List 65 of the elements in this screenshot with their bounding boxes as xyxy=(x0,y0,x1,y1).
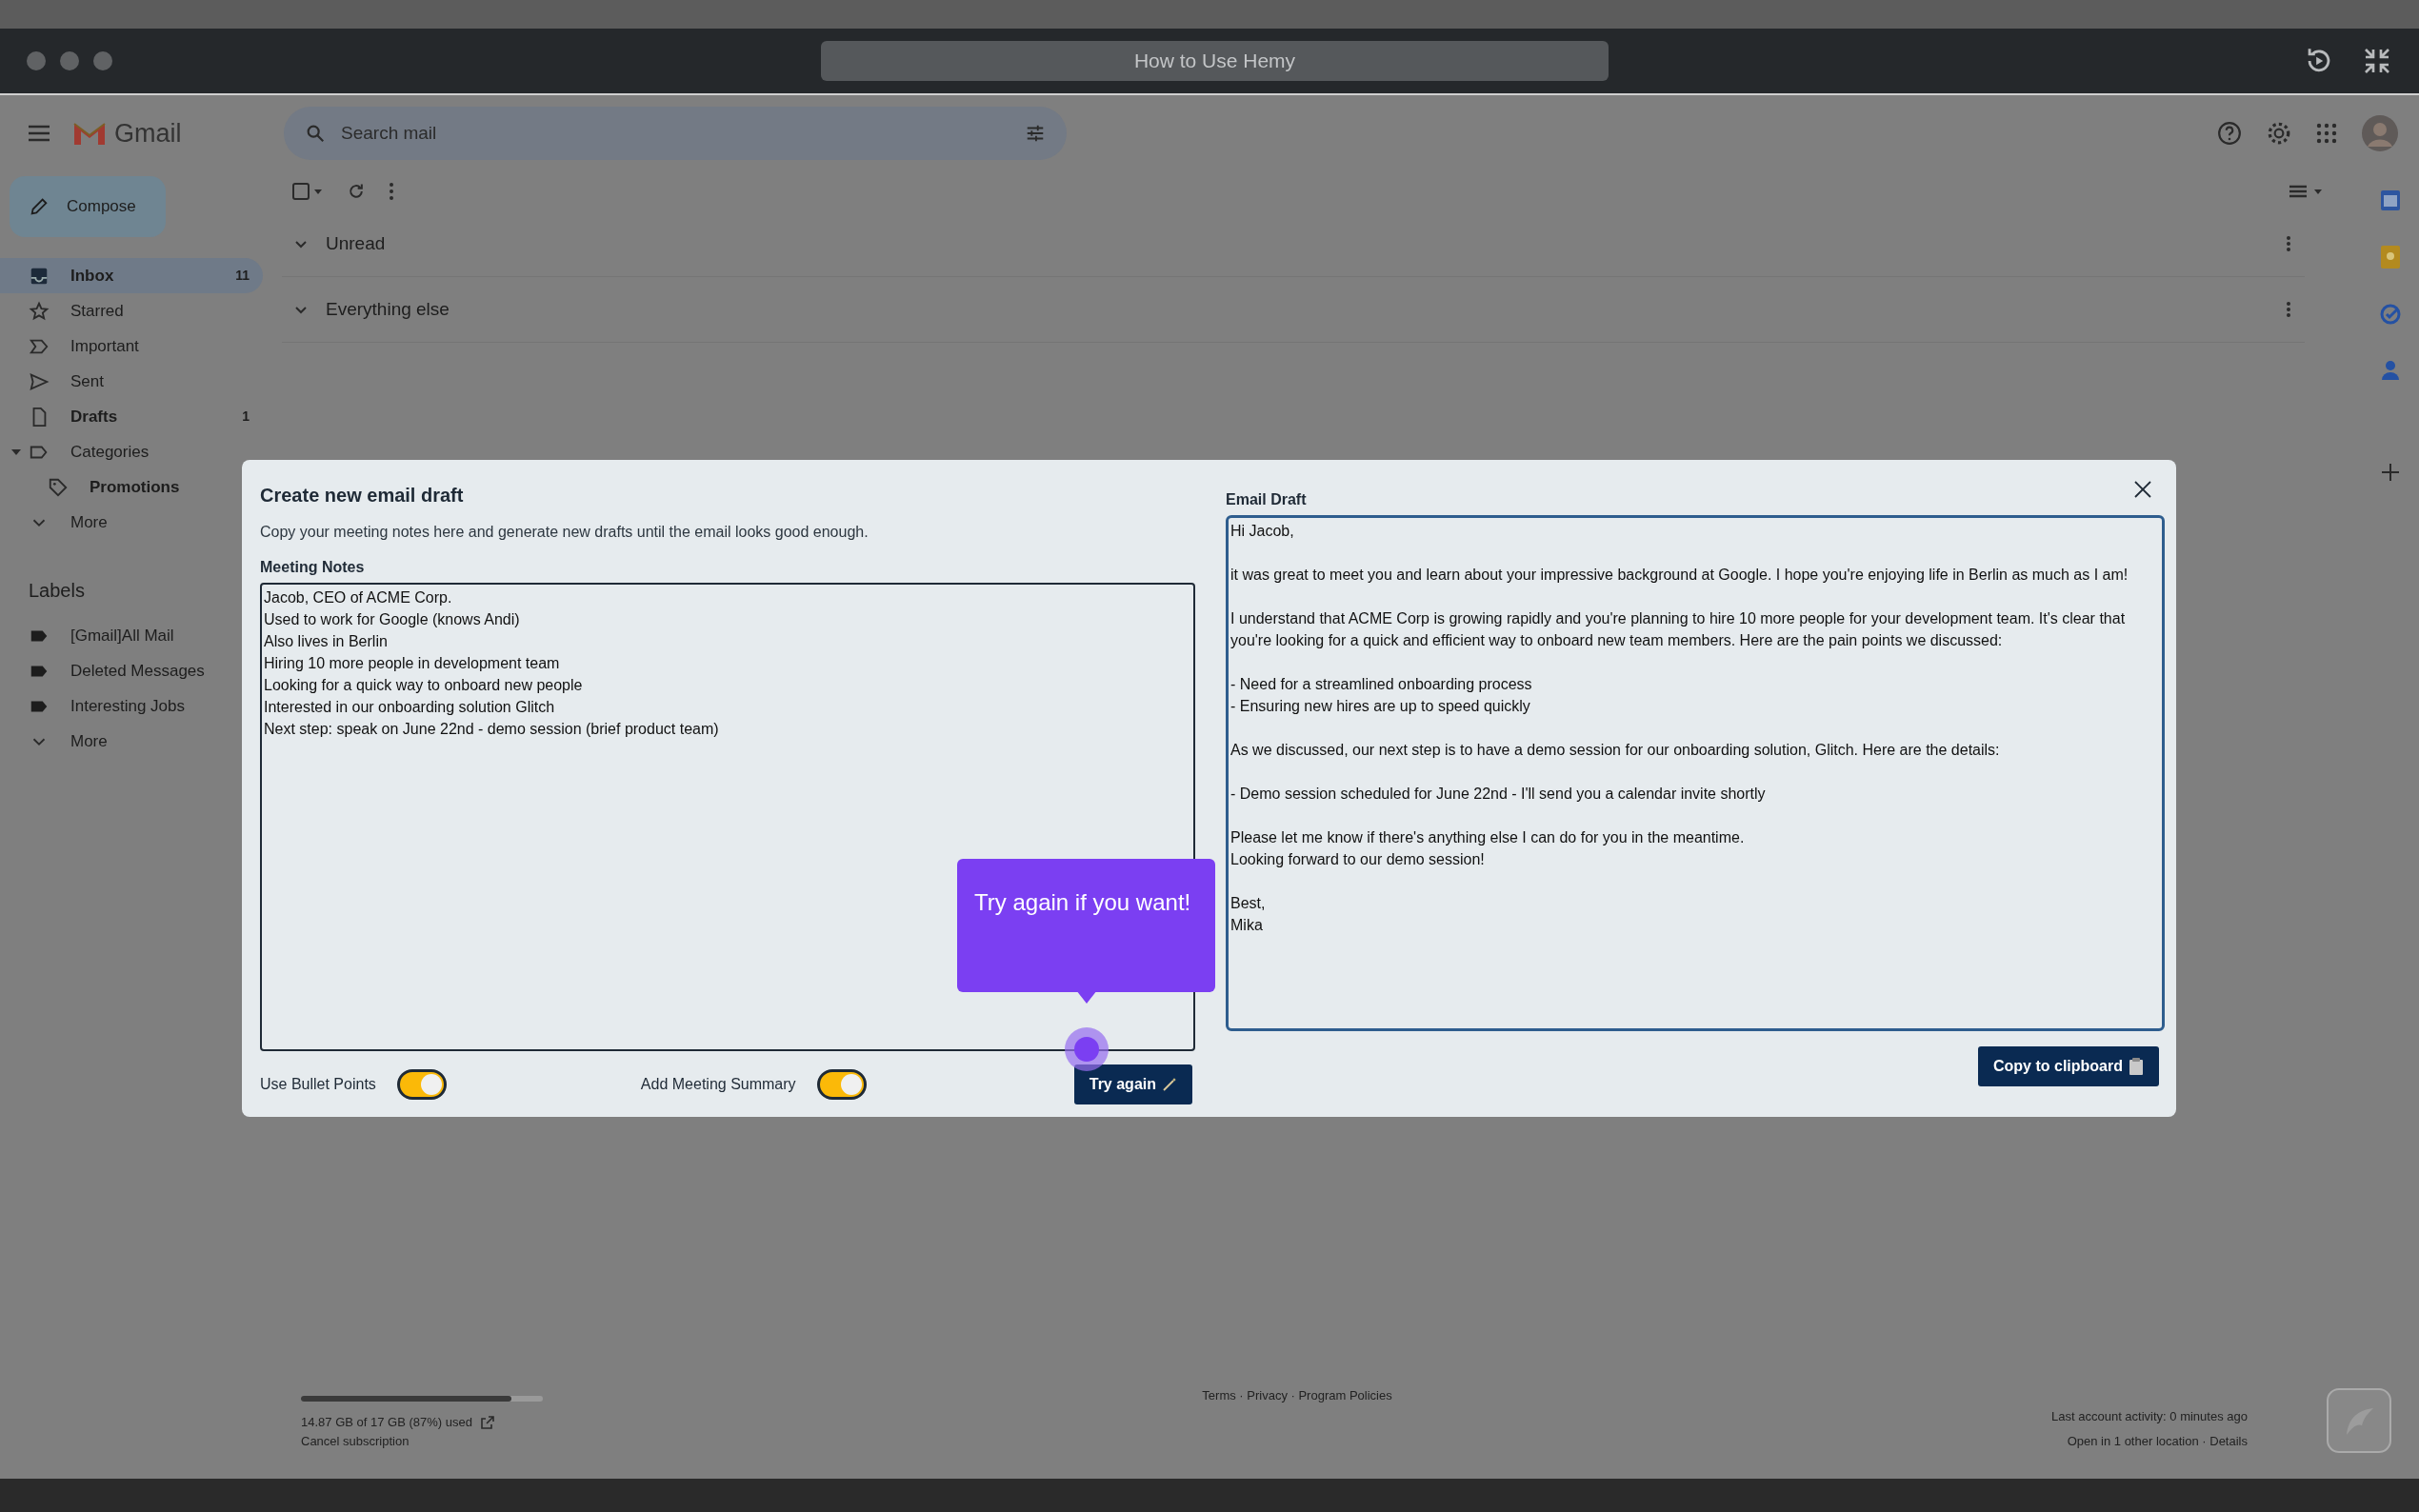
close-button[interactable] xyxy=(2134,481,2151,498)
refresh-icon[interactable] xyxy=(347,182,366,201)
dialog-subtitle: Copy your meeting notes here and generate new drafts until the email looks good enough. xyxy=(260,523,870,542)
toggle-switch[interactable] xyxy=(396,1069,447,1100)
magic-wand-icon xyxy=(1162,1077,1177,1092)
sidebar-item[interactable]: Inbox 11 xyxy=(0,258,263,293)
external-link-icon[interactable] xyxy=(479,1414,495,1430)
section-title[interactable]: Everything else xyxy=(326,295,450,324)
pencil-icon xyxy=(29,196,50,217)
cancel-subscription-link[interactable]: Cancel subscription xyxy=(301,1433,410,1448)
storage-text: 14.87 GB of 17 GB (87%) used xyxy=(301,1414,472,1431)
add-icon[interactable] xyxy=(2381,463,2400,482)
gmail-brand[interactable]: Gmail xyxy=(114,113,182,153)
try-again-button[interactable]: Try again xyxy=(1073,1064,1192,1104)
more-vertical-icon[interactable] xyxy=(2286,235,2291,252)
email-draft-field[interactable]: Hi Jacob, it was great to meet you and learn about your impressive background at Google. I hope you're enjoying life in Berlin as much as I am! I understand that ACME Corp is growing rapidly and you're planning to hire 10 more people for your development team. It's clear that you're looking for a quick and efficient way to onboard new team members. Here are the pain points we discussed: - Need for a streamlined onboarding process - Ensuring new hires are up to speed quickly As we discussed, our next step is to have a demo session for our onboarding solution, Glitch. Here are the details: - Demo session scheduled for June 22nd - I'll send you a calendar invite shortly Please let me know if there's anything else I can do for you in the meantime. Looking forward to our demo session! Best, Mika xyxy=(1226,515,2165,1031)
label-item[interactable]: [Gmail]All Mail xyxy=(0,618,263,653)
help-icon[interactable] xyxy=(2217,121,2242,146)
window-zoom-dot[interactable] xyxy=(93,51,112,70)
toggle-label: Use Bullet Points xyxy=(260,1075,376,1094)
filter-icon[interactable] xyxy=(1025,123,1046,144)
contacts-icon[interactable] xyxy=(2382,360,2399,381)
tasks-icon[interactable] xyxy=(2379,303,2402,326)
sidebar-item[interactable]: Starred xyxy=(0,293,263,328)
toggle-label: Add Meeting Summary xyxy=(640,1075,796,1094)
select-checkbox-icon[interactable] xyxy=(291,182,324,201)
footer-links[interactable]: Terms · Privacy · Program Policies xyxy=(1202,1386,1392,1405)
tooltip-pointer-icon xyxy=(1076,990,1097,1004)
keep-note-icon[interactable] xyxy=(2381,246,2400,269)
dialog-title: Create new email draft xyxy=(260,484,465,507)
window-close-dot[interactable] xyxy=(27,51,46,70)
label-item[interactable]: More xyxy=(0,724,263,759)
label-item[interactable]: Deleted Messages xyxy=(0,653,263,688)
more-vertical-icon[interactable] xyxy=(389,182,394,201)
settings-icon[interactable] xyxy=(2267,121,2291,146)
compose-button[interactable]: Compose xyxy=(10,176,166,237)
calendar-icon[interactable] xyxy=(2380,189,2401,211)
caret-down-icon[interactable] xyxy=(11,447,21,457)
search-field[interactable]: Search mail xyxy=(339,118,1011,149)
apps-grid-icon[interactable] xyxy=(2316,123,2337,144)
window-title: How to Use Hemy xyxy=(821,41,1609,81)
sidebar-item[interactable]: Drafts 1 xyxy=(0,399,263,434)
star-icon xyxy=(29,300,50,322)
sidebar-item[interactable]: Categories xyxy=(0,434,263,469)
search-icon[interactable] xyxy=(305,123,326,144)
clipboard-icon xyxy=(2129,1057,2144,1076)
draft-label: Email Draft xyxy=(1226,490,1307,509)
envelope-logo-icon xyxy=(72,120,107,147)
tooltip: Try again if you want! xyxy=(957,859,1215,992)
sidebar-item[interactable]: Sent xyxy=(0,364,263,399)
more-vertical-icon[interactable] xyxy=(2286,301,2291,318)
tag-icon xyxy=(48,476,69,498)
other-location-link[interactable]: Open in 1 other location · Details xyxy=(2051,1431,2248,1450)
toggle-switch[interactable] xyxy=(816,1069,867,1100)
click-cursor-icon xyxy=(1065,1027,1109,1071)
label-item[interactable]: Interesting Jobs xyxy=(0,688,263,724)
notes-label: Meeting Notes xyxy=(260,558,366,577)
close-icon xyxy=(2134,481,2151,498)
copy-to-clipboard-button[interactable]: Copy to clipboard xyxy=(1978,1046,2159,1086)
menu-icon[interactable] xyxy=(27,124,51,143)
account-activity: Last account activity: 0 minutes ago xyxy=(2051,1408,2248,1425)
search-bar[interactable]: Search mail xyxy=(284,107,1067,160)
sidebar-item[interactable]: Important xyxy=(0,328,263,364)
section-title[interactable]: Unread xyxy=(326,229,386,258)
window-minimize-dot[interactable] xyxy=(60,51,79,70)
